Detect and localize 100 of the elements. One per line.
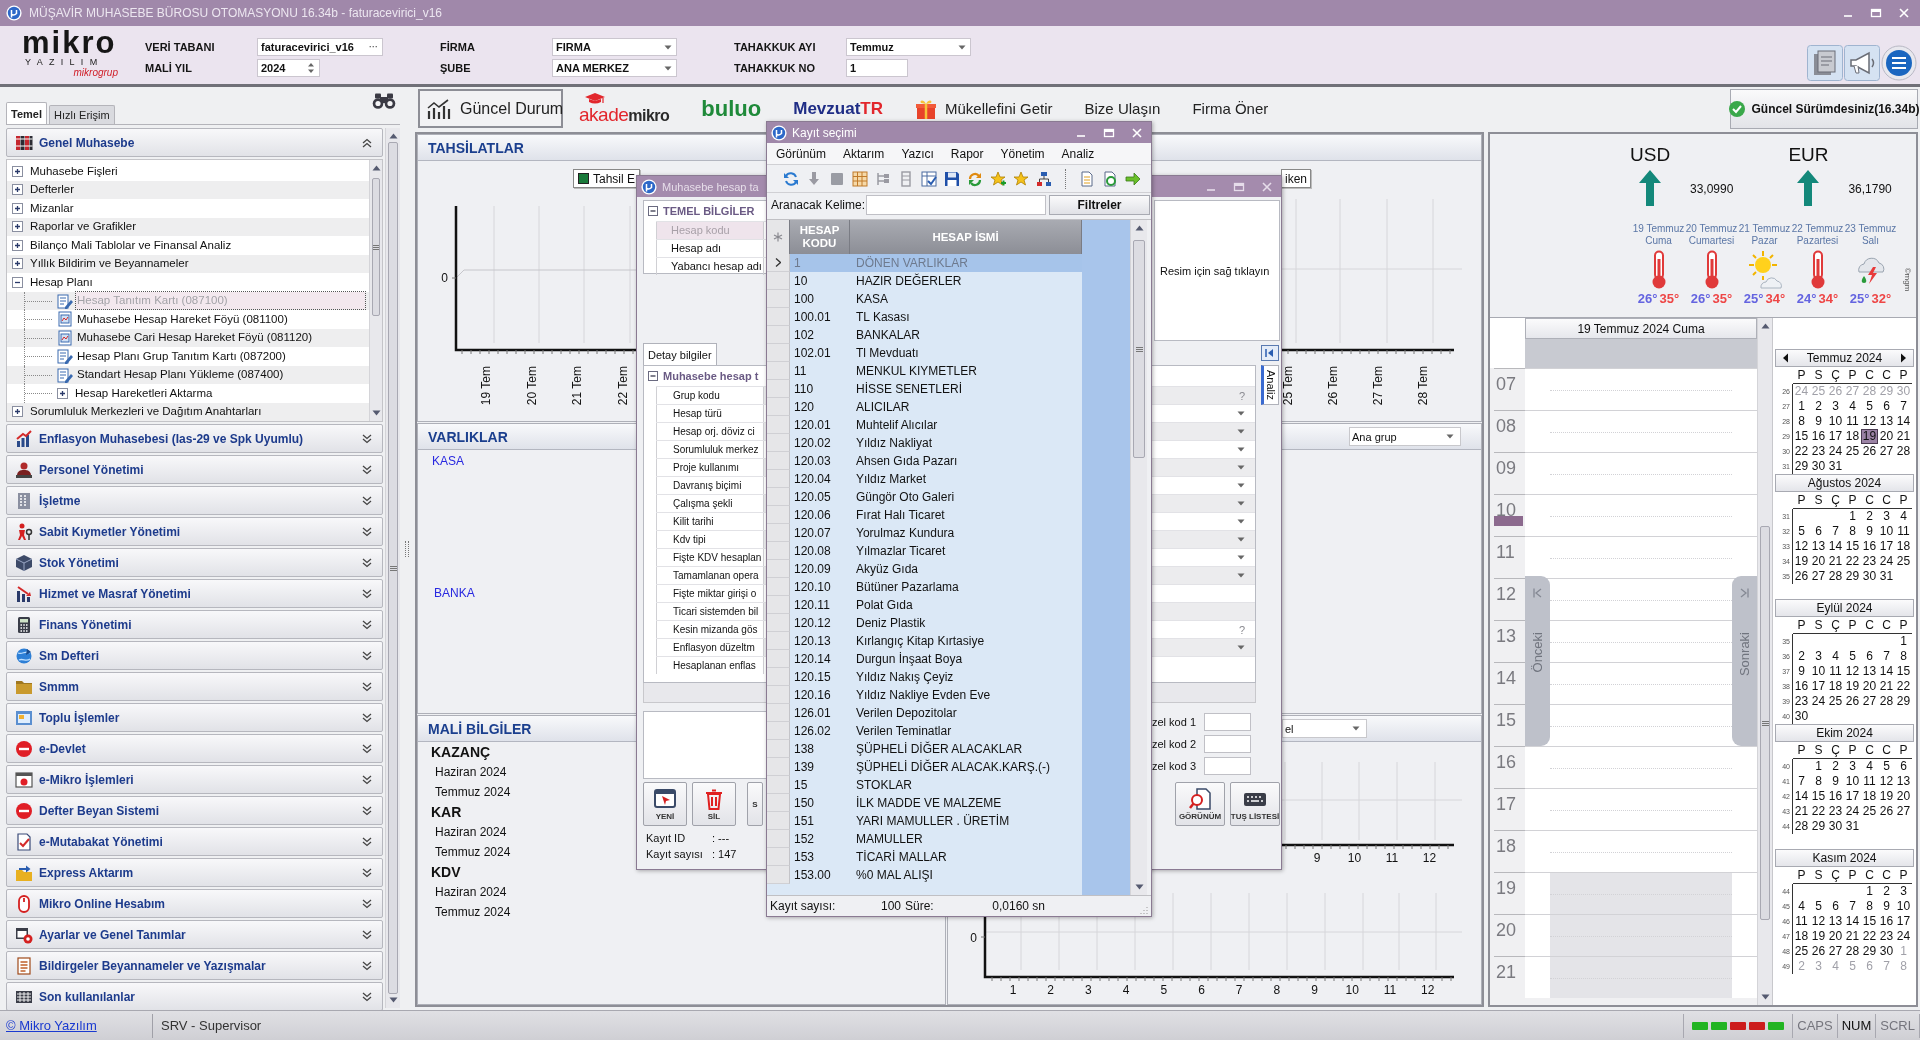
table-cell-text: Muhtelif Alıcılar [855, 417, 939, 434]
period-label: Haziran 2024 [434, 764, 507, 781]
month-title: Ağustos 2024 [1807, 476, 1882, 490]
high-temperature: 32° [1871, 291, 1892, 306]
axis-label: 8 [1273, 983, 1281, 997]
property-label: Sorumluluk merkez [656, 441, 764, 458]
table-cell-text: 110 [793, 381, 815, 398]
table-cell-text: 1 [793, 255, 802, 272]
axis-label: 1 [1009, 983, 1017, 997]
table-cell-text: 120.15 [793, 669, 832, 686]
low-temperature: 24° [1796, 291, 1817, 306]
table-cell-text: 120.12 [793, 615, 832, 632]
table-cell-text: 120.08 [793, 543, 832, 560]
table-cell-text: 153 [793, 849, 816, 866]
low-temperature: 26° [1690, 291, 1711, 306]
axis-label: 27 Tem [1371, 366, 1385, 406]
info-label: Kayıt sayısı [646, 848, 704, 860]
legend-label: iken [1285, 171, 1307, 186]
weekday-label: C [1878, 617, 1895, 634]
field-label: zel kod 1 [1152, 716, 1198, 728]
weekday-label: P [1895, 367, 1912, 384]
property-label: Hesaplanan enflas [656, 657, 764, 674]
table-cell-text: Kırlangıç Kitap Kırtasiye [855, 633, 986, 650]
axis-label: 12 [1421, 983, 1435, 997]
key-indicator: NUM [1837, 1013, 1877, 1038]
month-title: Eylül 2024 [1816, 601, 1873, 615]
table-cell-text: Güngör Oto Galeri [855, 489, 956, 506]
exchange-rate: 33,0990 [1690, 182, 1734, 196]
forecast-weekday: Cuma [1645, 235, 1672, 247]
low-temperature: 25° [1849, 291, 1870, 306]
field-label: VERİ TABANI [145, 41, 216, 53]
axis-label: 11 [1383, 983, 1397, 997]
forecast-weekday: Salı [1861, 235, 1880, 247]
period-label: Haziran 2024 [434, 824, 507, 841]
weekday-label: P [1895, 617, 1912, 634]
weekday-label: S [1810, 742, 1827, 759]
month-title: Temmuz 2024 [1806, 351, 1883, 365]
source-label: ©mgm [1903, 267, 1913, 292]
axis-label: 19 Tem [479, 366, 493, 406]
weekday-label: Ç [1827, 617, 1844, 634]
table-cell-text: 126.01 [793, 705, 832, 722]
table-cell-text: 120.13 [793, 633, 832, 650]
property-label: Kesin mizanda gös [656, 621, 764, 638]
table-cell-text: 100.01 [793, 309, 832, 326]
weekday-label: P [1844, 617, 1861, 634]
table-cell-text: 126.02 [793, 723, 832, 740]
table-cell-text: Yorulmaz Kundura [855, 525, 956, 542]
forecast-weekday: Cumartesi [1688, 235, 1735, 247]
weekday-label: C [1861, 617, 1878, 634]
weekday-label: S [1810, 367, 1827, 384]
axis-label: 6 [1198, 983, 1205, 997]
group-title: KAZANÇ [430, 743, 491, 762]
axis-label: 9 [1313, 851, 1321, 865]
property-label: Kilit tarihi [656, 513, 764, 530]
axis-label: 20 Tem [524, 366, 539, 406]
table-cell-text: Tl Mevduatı [855, 345, 920, 362]
forecast-date: 21 Temmuz [1738, 223, 1791, 235]
weekday-label: C [1861, 492, 1878, 509]
weekday-label: S [1810, 492, 1827, 509]
table-cell-text: İLK MADDE VE MALZEME [855, 795, 1003, 812]
weekday-label: P [1895, 492, 1912, 509]
field-label: zel kod 3 [1152, 760, 1198, 772]
axis-label: 21 Tem [570, 366, 584, 406]
table-cell-text: Fırat Halı Ticaret [855, 507, 946, 524]
panel-title: VARLIKLAR [428, 428, 508, 445]
info-label: Kayıt ID [646, 832, 687, 844]
table-cell-text: Yıldız Nakliyat [855, 435, 934, 452]
weekday-label: P [1793, 492, 1810, 509]
axis-label: 10 [1347, 851, 1362, 865]
period-label: Temmuz 2024 [434, 784, 511, 801]
weekday-label: S [1810, 617, 1827, 634]
field-label: TAHAKKUK NO [734, 62, 817, 74]
month-title: Kasım 2024 [1812, 851, 1877, 865]
table-cell-text: Durgun İnşaat Boya [855, 651, 964, 668]
table-cell-text: 120.11 [793, 597, 831, 614]
axis-label: 11 [1385, 851, 1399, 865]
table-cell-text: Verilen Depozitolar [855, 705, 958, 722]
axis-label: 7 [1235, 983, 1243, 997]
exchange-rate: 36,1790 [1848, 182, 1892, 196]
key-indicator: SCRL [1876, 1013, 1920, 1038]
field-label: FİRMA [440, 41, 476, 53]
table-cell-text: 120.02 [793, 435, 832, 452]
period-label: Temmuz 2024 [434, 844, 511, 861]
table-cell-text: 120.01 [793, 417, 832, 434]
table-cell-text: 139 [793, 759, 816, 776]
window-title: Kayıt seçimi [792, 125, 857, 140]
table-cell-text: Yıldız Nakliye Evden Eve [855, 687, 992, 704]
weekday-label: C [1861, 742, 1878, 759]
axis-label: 9 [1311, 983, 1318, 997]
table-cell-text: Yıldız Nakış Çeyiz [855, 669, 955, 686]
field-label: zel kod 2 [1152, 738, 1198, 750]
month-title: Ekim 2024 [1816, 726, 1873, 740]
table-cell-text: Yıldız Market [855, 471, 928, 488]
property-label: Hesap türü [656, 405, 764, 422]
axis-label: 3 [1085, 983, 1092, 997]
table-cell-text: KASA [855, 291, 889, 308]
weekday-label: C [1878, 867, 1895, 884]
low-temperature: 25° [1743, 291, 1764, 306]
table-cell-text: Deniz Plastik [855, 615, 927, 632]
table-cell-text: ŞÜPHELİ DİĞER ALACAKLAR [855, 740, 1024, 758]
